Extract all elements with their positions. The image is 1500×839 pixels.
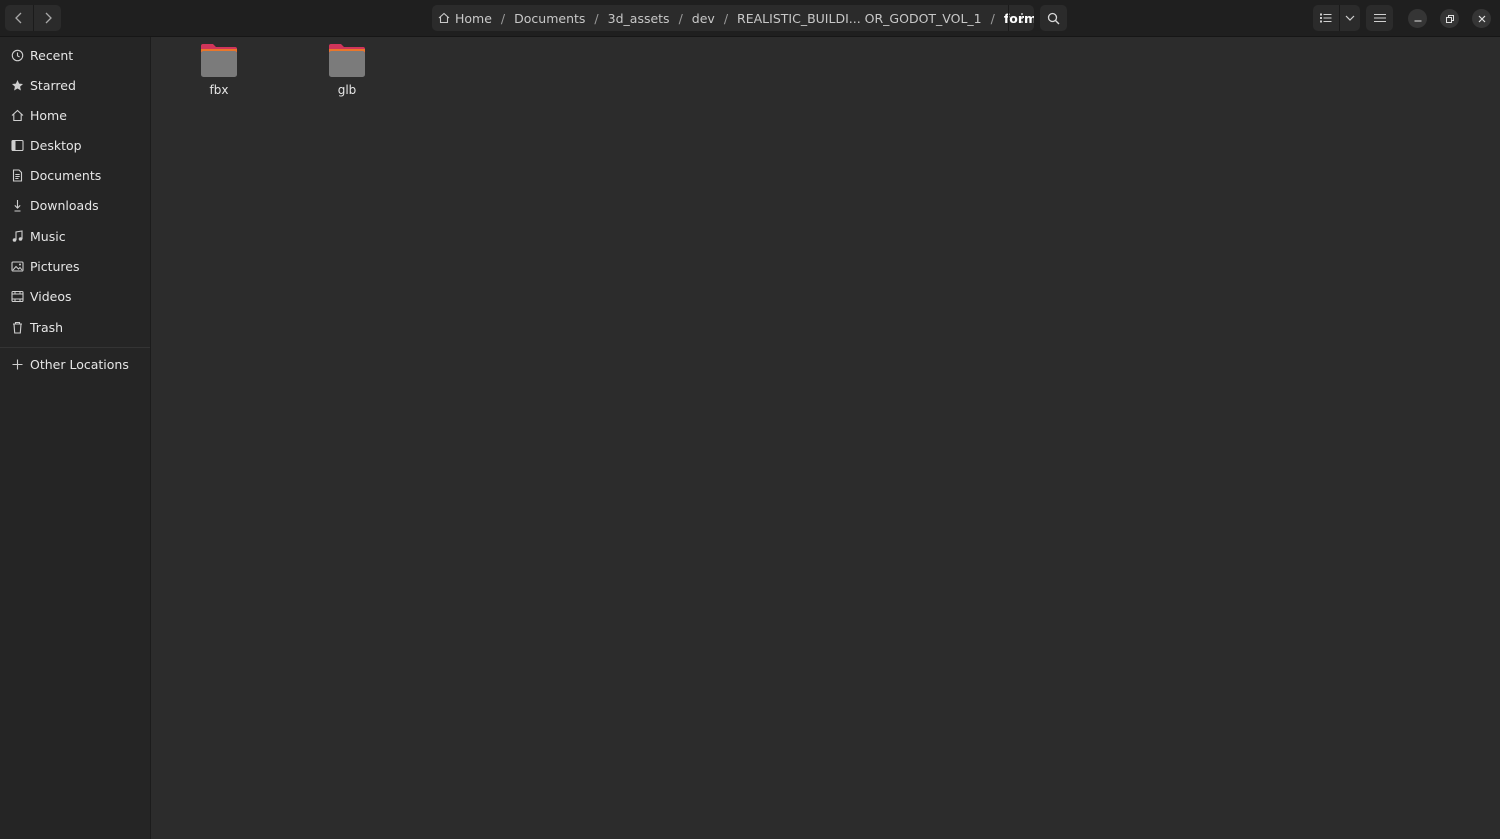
search-button[interactable] (1040, 5, 1067, 31)
sidebar-item-downloads[interactable]: Downloads (0, 191, 150, 219)
breadcrumb-separator: / (723, 10, 729, 26)
sidebar-item-label: Trash (30, 319, 64, 335)
folder-item-glb[interactable]: glb (307, 43, 387, 105)
chevron-down-icon (1345, 15, 1355, 21)
list-view-button[interactable] (1313, 5, 1339, 31)
music-icon (10, 229, 24, 243)
sidebar-item-label: Music (30, 228, 66, 244)
folder-item-fbx[interactable]: fbx (179, 43, 259, 105)
video-icon (10, 289, 24, 303)
close-button[interactable] (1472, 9, 1491, 28)
plus-icon (10, 357, 24, 371)
sidebar-item-pictures[interactable]: Pictures (0, 252, 150, 280)
sidebar-item-starred[interactable]: Starred (0, 71, 150, 99)
minimize-icon (1414, 20, 1421, 21)
folder-icon (201, 44, 237, 77)
sidebar-item-music[interactable]: Music (0, 222, 150, 250)
forward-button[interactable] (33, 5, 61, 31)
chevron-left-icon (15, 12, 22, 24)
breadcrumb-documents[interactable]: Documents (514, 5, 585, 31)
sidebar-divider (0, 347, 150, 348)
clock-icon (10, 48, 24, 62)
breadcrumb-realistic-buildings[interactable]: REALISTIC_BUILDI... OR_GODOT_VOL_1 (737, 5, 982, 31)
vertical-dots-icon (1020, 13, 1023, 23)
breadcrumb-home[interactable]: Home (438, 5, 492, 31)
minimize-button[interactable] (1408, 9, 1427, 28)
sidebar-item-recent[interactable]: Recent (0, 41, 150, 69)
back-button[interactable] (5, 5, 33, 31)
restore-icon (1445, 14, 1454, 23)
folder-label: fbx (209, 83, 229, 97)
trash-icon (10, 320, 24, 334)
folder-icon (329, 44, 365, 77)
sidebar-item-home[interactable]: Home (0, 101, 150, 129)
sidebar-item-other-locations[interactable]: Other Locations (0, 350, 150, 378)
sidebar-item-label: Recent (30, 47, 74, 63)
sidebar: Recent Starred Home Desktop Documents Do… (0, 37, 151, 839)
sidebar-item-videos[interactable]: Videos (0, 282, 150, 310)
navigation-buttons (5, 5, 61, 31)
sidebar-item-trash[interactable]: Trash (0, 313, 150, 341)
path-menu-button[interactable] (1008, 5, 1034, 31)
document-icon (10, 168, 24, 182)
hamburger-menu-icon (1373, 14, 1386, 22)
file-view: fbx glb (151, 37, 1500, 839)
view-dropdown-button[interactable] (1339, 5, 1360, 31)
view-options (1313, 5, 1360, 31)
restore-button[interactable] (1440, 9, 1459, 28)
breadcrumb: Home / Documents / 3d_assets / dev / REA… (432, 5, 1034, 31)
list-view-icon (1320, 13, 1332, 23)
header-bar: Home / Documents / 3d_assets / dev / REA… (0, 0, 1500, 37)
sidebar-item-documents[interactable]: Documents (0, 161, 150, 189)
sidebar-item-label: Pictures (30, 258, 80, 274)
main-menu-button[interactable] (1366, 5, 1393, 31)
download-icon (10, 198, 24, 212)
breadcrumb-separator: / (500, 10, 506, 26)
desktop-icon (10, 138, 24, 152)
home-icon (438, 12, 450, 24)
breadcrumb-dev[interactable]: dev (692, 5, 715, 31)
search-icon (1047, 12, 1060, 24)
star-icon (10, 78, 24, 92)
sidebar-item-label: Home (30, 107, 67, 123)
chevron-right-icon (45, 12, 52, 24)
sidebar-item-label: Desktop (30, 137, 82, 153)
breadcrumb-separator: / (594, 10, 599, 26)
sidebar-item-label: Documents (30, 167, 102, 183)
breadcrumb-separator: / (990, 10, 995, 26)
close-icon (1478, 15, 1485, 22)
sidebar-item-label: Downloads (30, 197, 99, 213)
sidebar-item-label: Other Locations (30, 356, 129, 372)
sidebar-item-label: Videos (30, 288, 72, 304)
breadcrumb-label: Home (455, 10, 492, 26)
picture-icon (10, 259, 24, 273)
home-icon (10, 108, 24, 122)
folder-label: glb (337, 83, 357, 97)
sidebar-item-desktop[interactable]: Desktop (0, 131, 150, 159)
sidebar-item-label: Starred (30, 77, 76, 93)
breadcrumb-separator: / (678, 10, 683, 26)
breadcrumb-3d-assets[interactable]: 3d_assets (608, 5, 670, 31)
